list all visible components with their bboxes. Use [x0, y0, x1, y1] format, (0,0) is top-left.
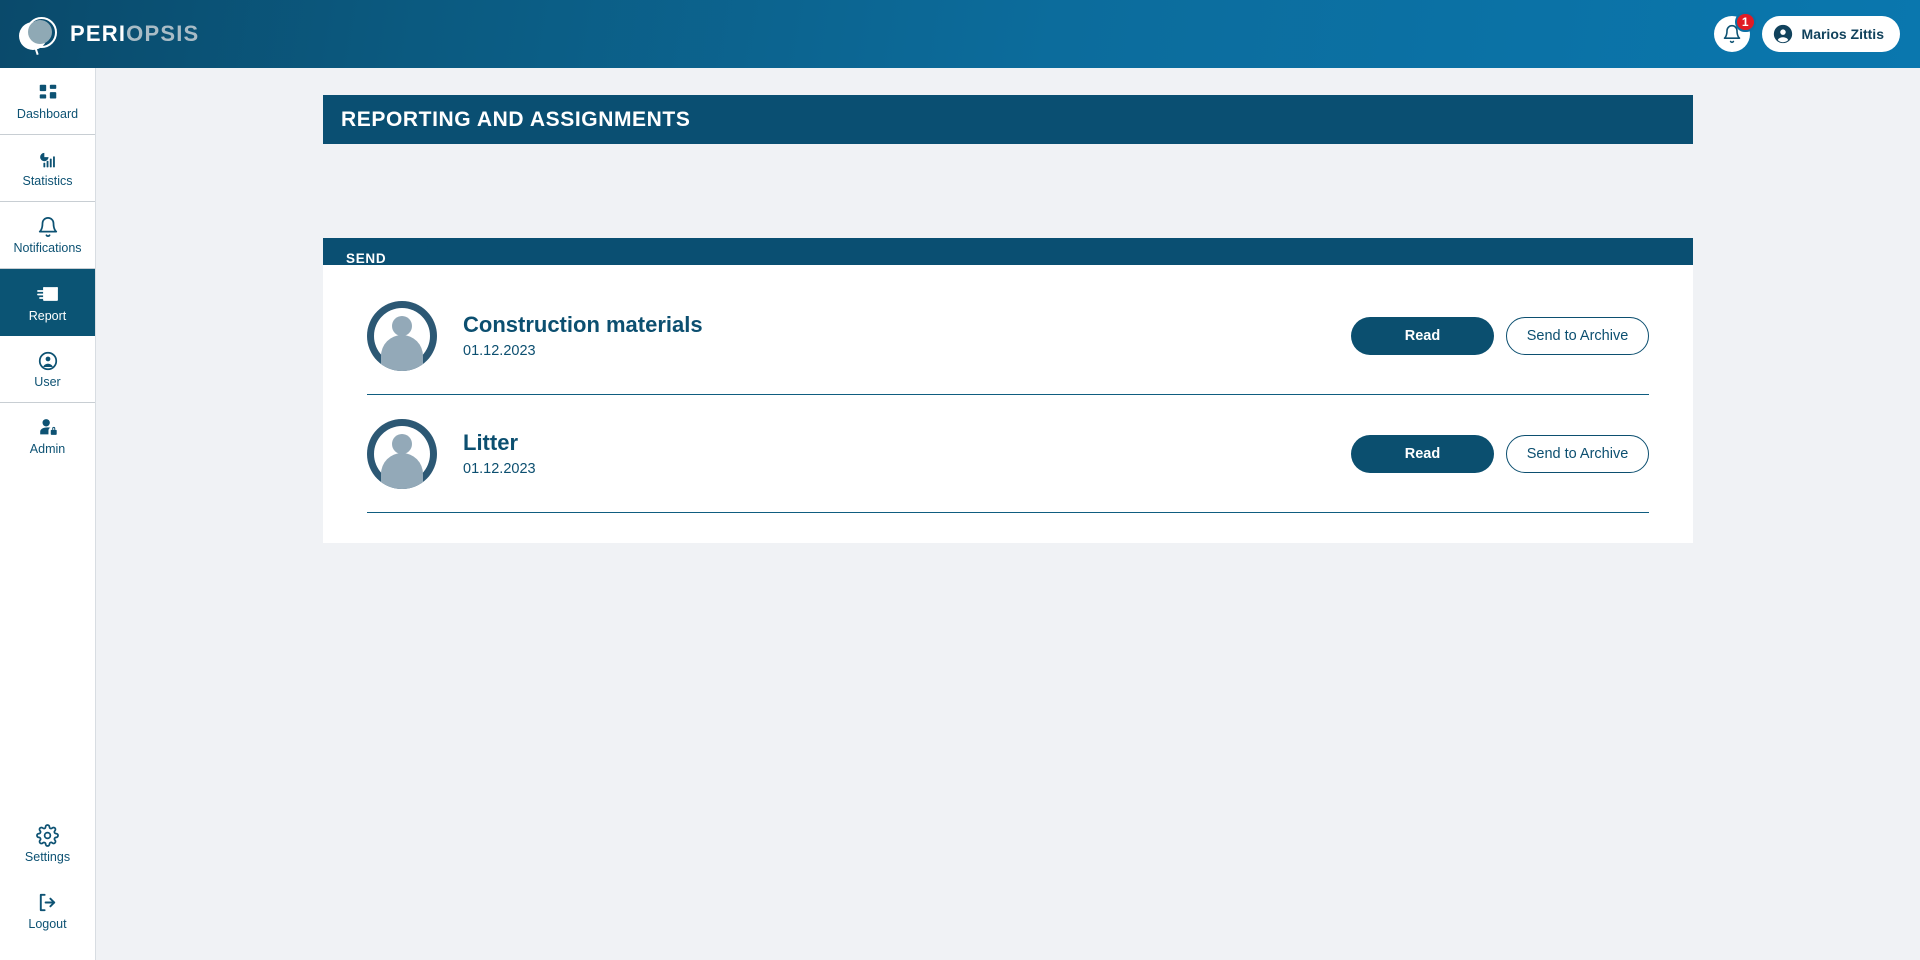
report-title: Construction materials [463, 312, 703, 337]
page-title: REPORTING AND ASSIGNMENTS [341, 107, 691, 131]
top-header-bar: PERIOPSIS 1 Marios Zittis [0, 0, 1920, 68]
page-title-bar: REPORTING AND ASSIGNMENTS [323, 95, 1693, 144]
report-row-actions: Read Send to Archive [1351, 434, 1649, 473]
brand-secondary-text: OPSIS [126, 21, 200, 46]
report-title: Litter [463, 430, 518, 455]
sidebar-item-label: Logout [28, 916, 67, 931]
user-avatar-placeholder-icon [367, 418, 437, 489]
bell-icon [38, 216, 57, 237]
report-row-text: Litter 01.12.2023 [463, 430, 536, 477]
left-sidebar: Dashboard Statistics Notifications Repor… [0, 68, 96, 960]
report-list-card: Construction materials 01.12.2023 Read S… [323, 265, 1693, 543]
brand-logo-area[interactable]: PERIOPSIS [14, 11, 199, 57]
user-name-label: Marios Zittis [1801, 26, 1884, 42]
user-profile-button[interactable]: Marios Zittis [1761, 16, 1900, 52]
read-button[interactable]: Read [1351, 316, 1494, 355]
sidebar-item-label: Settings [24, 849, 71, 864]
report-date: 01.12.2023 [463, 343, 536, 359]
report-row-actions: Read Send to Archive [1351, 316, 1649, 355]
report-row-text: Construction materials 01.12.2023 [463, 312, 703, 359]
brand-wordmark: PERIOPSIS [70, 21, 199, 47]
send-to-archive-button[interactable]: Send to Archive [1506, 316, 1649, 355]
account-circle-icon [38, 351, 57, 370]
periopsis-circle-logo-icon [14, 11, 60, 57]
chart-bars-icon [39, 152, 55, 168]
top-header-right: 1 Marios Zittis [1713, 12, 1900, 52]
sidebar-item-notifications[interactable]: Notifications [0, 202, 95, 269]
table-row[interactable]: Litter 01.12.2023 Read Send to Archive [367, 395, 1649, 513]
dashboard-grid-icon [39, 84, 56, 99]
sidebar-item-statistics[interactable]: Statistics [0, 135, 95, 202]
sidebar-item-label: Report [28, 308, 67, 323]
account-circle-icon [1773, 24, 1792, 44]
table-row[interactable]: Construction materials 01.12.2023 Read S… [367, 277, 1649, 395]
notifications-button[interactable]: 1 [1713, 12, 1756, 52]
sidebar-item-dashboard[interactable]: Dashboard [0, 68, 95, 135]
sidebar-item-user[interactable]: User [0, 336, 95, 403]
read-button[interactable]: Read [1351, 434, 1494, 473]
sidebar-item-report[interactable]: Report [0, 269, 95, 336]
sidebar-item-label: Dashboard [16, 106, 79, 121]
send-to-archive-button[interactable]: Send to Archive [1506, 434, 1649, 473]
sidebar-item-label: User [34, 374, 61, 389]
sidebar-item-settings[interactable]: Settings [0, 810, 95, 877]
sidebar-item-logout[interactable]: Logout [0, 877, 95, 944]
sidebar-item-label: Notifications [13, 240, 82, 255]
logout-icon [39, 893, 56, 911]
report-date: 01.12.2023 [463, 461, 536, 477]
envelope-send-icon [36, 286, 58, 301]
notification-badge-count: 1 [1734, 12, 1756, 32]
tab-strip [323, 238, 1693, 265]
sidebar-item-admin[interactable]: Admin [0, 403, 95, 470]
gear-icon [36, 823, 59, 847]
sidebar-item-label: Admin [29, 442, 66, 457]
admin-person-lock-icon [39, 419, 57, 436]
tab-label: SEND [346, 251, 387, 266]
user-avatar-placeholder-icon [367, 300, 437, 371]
brand-primary-text: PERI [70, 21, 127, 46]
sidebar-item-label: Statistics [22, 173, 73, 188]
main-content-area: REPORTING AND ASSIGNMENTS SEND Construct… [96, 68, 1920, 960]
